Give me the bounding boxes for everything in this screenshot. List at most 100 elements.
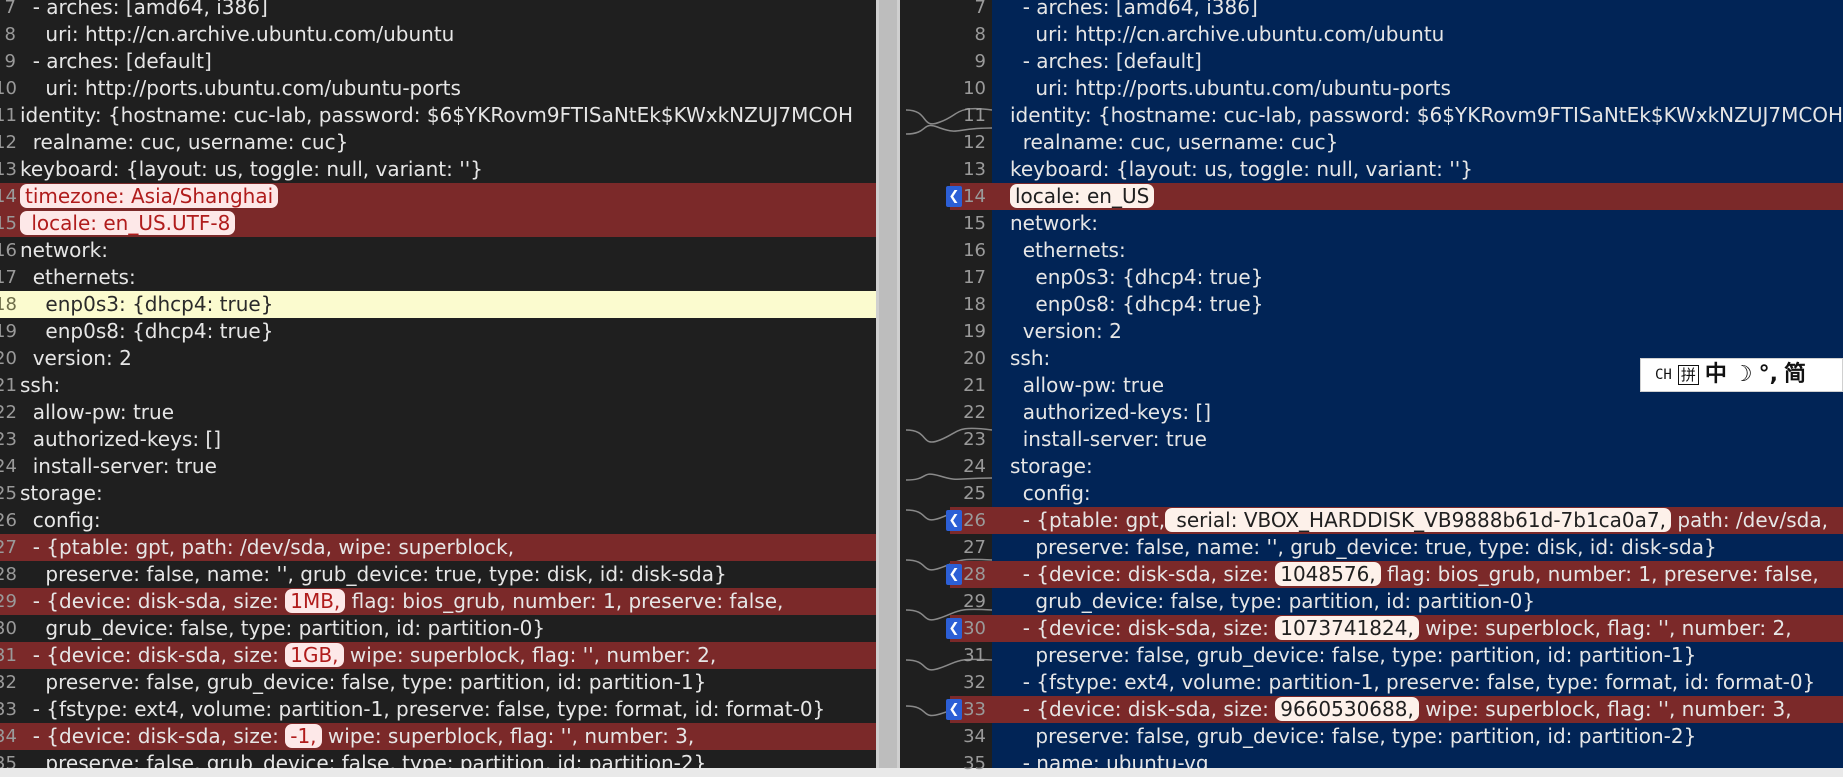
right-code-line[interactable]: - name: ubuntu-vg	[992, 750, 1843, 768]
right-code-line[interactable]: - arches: [default]	[992, 48, 1843, 75]
right-code-line[interactable]: realname: cuc, username: cuc}	[992, 129, 1843, 156]
line-number: 11	[0, 102, 992, 129]
line-number: 28	[0, 561, 992, 588]
right-code-line[interactable]: - {fstype: ext4, volume: partition-1, pr…	[992, 669, 1843, 696]
line-number-text: 13	[963, 159, 986, 180]
line-number-text: 14	[963, 186, 986, 207]
line-number-text: 16	[963, 240, 986, 261]
ime-moon-icon[interactable]: ☽	[1733, 364, 1753, 386]
right-code-line[interactable]: version: 2	[992, 318, 1843, 345]
code-text: ethernets:	[1010, 237, 1126, 264]
ime-pinyin-icon[interactable]: 拼	[1677, 365, 1699, 385]
code-segment: identity: {hostname: cuc-lab, password: …	[1010, 103, 1843, 127]
line-number-text: 33	[963, 699, 986, 720]
code-text: - arches: [default]	[1010, 48, 1202, 75]
line-number: 17	[0, 264, 992, 291]
ime-simplified-toggle[interactable]: 简	[1784, 364, 1806, 386]
code-segment: preserve: false, name: '', grub_device: …	[1010, 535, 1717, 559]
right-code-line[interactable]: locale: en_US	[992, 183, 1843, 210]
right-code-line[interactable]: enp0s3: {dhcp4: true}	[992, 264, 1843, 291]
line-number-text: 9	[974, 51, 986, 72]
right-code-line[interactable]: identity: {hostname: cuc-lab, password: …	[992, 102, 1843, 129]
code-text: storage:	[1010, 453, 1093, 480]
code-text: - {fstype: ext4, volume: partition-1, pr…	[1010, 669, 1816, 696]
right-code-line[interactable]: enp0s8: {dhcp4: true}	[992, 291, 1843, 318]
code-text: realname: cuc, username: cuc}	[1010, 129, 1339, 156]
code-segment: flag: bios_grub, number: 1, preserve: fa…	[1380, 562, 1819, 586]
line-number: 12	[0, 129, 992, 156]
code-segment: - {device: disk-sda, size:	[1010, 562, 1276, 586]
code-segment: path: /dev/sda,	[1671, 508, 1828, 532]
right-code-line[interactable]: authorized-keys: []	[992, 399, 1843, 426]
line-number: 33	[0, 696, 992, 723]
code-segment: authorized-keys: []	[1010, 400, 1212, 424]
code-segment: storage:	[1010, 454, 1093, 478]
code-segment: install-server: true	[1010, 427, 1207, 451]
right-code-line[interactable]: network:	[992, 210, 1843, 237]
line-number: 27	[0, 534, 992, 561]
copy-left-arrow-icon[interactable]: ❮	[946, 510, 962, 531]
line-number-text: 23	[963, 429, 986, 450]
right-code-line[interactable]: - {device: disk-sda, size: 1048576, flag…	[992, 561, 1843, 588]
right-code-line[interactable]: preserve: false, grub_device: false, typ…	[992, 723, 1843, 750]
code-segment: - {device: disk-sda, size:	[1010, 616, 1276, 640]
line-number: 32	[0, 669, 992, 696]
line-number: 8	[0, 21, 992, 48]
right-code-line[interactable]: uri: http://cn.archive.ubuntu.com/ubuntu	[992, 21, 1843, 48]
right-code-line[interactable]: config:	[992, 480, 1843, 507]
right-code-line[interactable]: - arches: [amd64, i386]	[992, 0, 1843, 21]
right-code-line[interactable]: storage:	[992, 453, 1843, 480]
line-number-text: 34	[963, 726, 986, 747]
line-number-text: 27	[963, 537, 986, 558]
line-number-text: 31	[963, 645, 986, 666]
code-text: network:	[1010, 210, 1098, 237]
code-segment: ethernets:	[1010, 238, 1126, 262]
line-number: 26	[0, 507, 992, 534]
copy-left-arrow-icon[interactable]: ❮	[946, 618, 962, 639]
ime-toolbar[interactable]: CH 拼 中 ☽ °, 简	[1640, 358, 1843, 392]
code-segment: enp0s8: {dhcp4: true}	[1010, 292, 1264, 316]
copy-left-arrow-icon[interactable]: ❮	[946, 564, 962, 585]
right-code-line[interactable]: - {device: disk-sda, size: 9660530688, w…	[992, 696, 1843, 723]
line-number: 20	[0, 345, 992, 372]
code-segment: - {device: disk-sda, size:	[1010, 697, 1276, 721]
ime-chinese-toggle[interactable]: 中	[1705, 364, 1727, 386]
code-segment: network:	[1010, 211, 1098, 235]
ime-punctuation-icon[interactable]: °,	[1759, 364, 1778, 386]
code-text: - name: ubuntu-vg	[1010, 750, 1209, 768]
ime-mode-indicator[interactable]: CH	[1655, 367, 1672, 383]
code-segment: wipe: superblock, flag: '', number: 2,	[1418, 616, 1792, 640]
line-number-text: 32	[963, 672, 986, 693]
line-number-text: 10	[963, 78, 986, 99]
line-number-text: 8	[974, 24, 986, 45]
code-text: - {device: disk-sda, size: 9660530688, w…	[1010, 696, 1792, 723]
code-text: keyboard: {layout: us, toggle: null, var…	[1010, 156, 1473, 183]
line-number-text: 29	[963, 591, 986, 612]
line-number-text: 25	[963, 483, 986, 504]
line-number-text: 20	[963, 348, 986, 369]
right-code-line[interactable]: keyboard: {layout: us, toggle: null, var…	[992, 156, 1843, 183]
code-text: uri: http://cn.archive.ubuntu.com/ubuntu	[1010, 21, 1444, 48]
line-number-text: 11	[963, 105, 986, 126]
line-number-text: 17	[963, 267, 986, 288]
code-segment: - name: ubuntu-vg	[1010, 751, 1209, 768]
right-code-line[interactable]: preserve: false, name: '', grub_device: …	[992, 534, 1843, 561]
copy-left-arrow-icon[interactable]: ❮	[946, 699, 962, 720]
code-text: authorized-keys: []	[1010, 399, 1211, 426]
line-number: 34	[0, 723, 992, 750]
line-number-text: 28	[963, 564, 986, 585]
line-number: 7	[0, 0, 992, 21]
copy-left-arrow-icon[interactable]: ❮	[946, 186, 962, 207]
right-code-line[interactable]: uri: http://ports.ubuntu.com/ubuntu-port…	[992, 75, 1843, 102]
line-number-text: 18	[963, 294, 986, 315]
code-text: ssh:	[1010, 345, 1050, 372]
right-code-line[interactable]: install-server: true	[992, 426, 1843, 453]
right-code-line[interactable]: ethernets:	[992, 237, 1843, 264]
right-code-line[interactable]: - {device: disk-sda, size: 1073741824, w…	[992, 615, 1843, 642]
code-text: - {device: disk-sda, size: 1048576, flag…	[1010, 561, 1819, 588]
right-code-line[interactable]: - {ptable: gpt, serial: VBOX_HARDDISK_VB…	[992, 507, 1843, 534]
code-segment: realname: cuc, username: cuc}	[1010, 130, 1339, 154]
right-code-line[interactable]: grub_device: false, type: partition, id:…	[992, 588, 1843, 615]
code-segment: version: 2	[1010, 319, 1122, 343]
right-code-line[interactable]: preserve: false, grub_device: false, typ…	[992, 642, 1843, 669]
